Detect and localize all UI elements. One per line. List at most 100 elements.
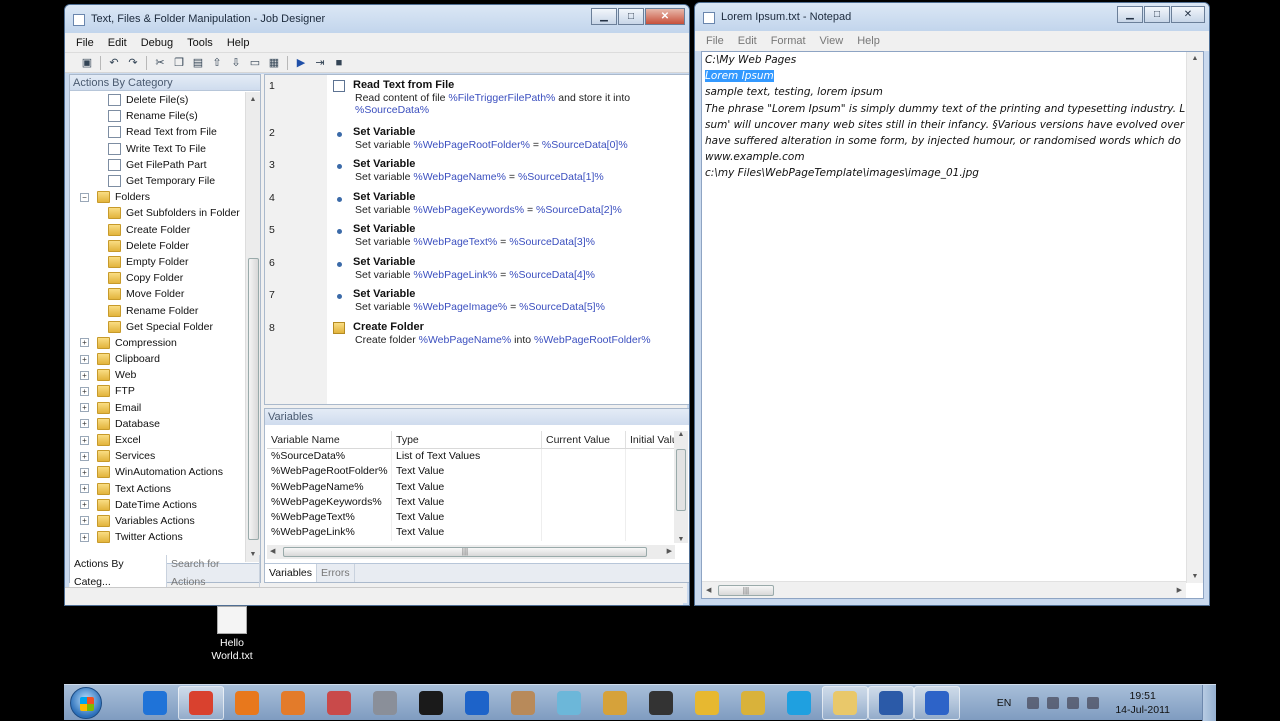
copy-icon[interactable]: ❐ <box>171 55 187 71</box>
start-button[interactable] <box>70 687 102 719</box>
table-row[interactable]: %WebPageLink% Text Value <box>267 525 675 541</box>
expand-icon[interactable]: + <box>80 338 89 348</box>
taskbar-button[interactable] <box>730 686 776 720</box>
tree-item[interactable]: + Compression <box>70 335 246 351</box>
menu-file[interactable]: File <box>69 33 101 53</box>
scroll-thumb[interactable] <box>248 258 259 540</box>
job-step[interactable]: 3 Set Variable Set variable %WebPageName% … <box>265 154 689 186</box>
column-variable-name[interactable]: Variable Name <box>267 431 392 448</box>
taskbar-button[interactable] <box>684 686 730 720</box>
column-current-value[interactable]: Current Value <box>542 431 626 448</box>
actions-scrollbar[interactable]: ▲ ▼ <box>245 92 260 562</box>
tree-item[interactable]: + Web <box>70 367 246 383</box>
expand-icon[interactable]: + <box>80 354 89 364</box>
tree-item[interactable]: Write Text To File <box>70 141 246 157</box>
tree-item[interactable]: + Excel <box>70 432 246 448</box>
run-icon[interactable]: ▶ <box>293 55 309 71</box>
tree-item[interactable]: Empty Folder <box>70 254 246 270</box>
expand-icon[interactable]: + <box>80 419 89 429</box>
tree-item[interactable]: + Services <box>70 448 246 464</box>
tab-search-for-actions[interactable]: Search for Actions <box>167 555 260 591</box>
taskbar-button[interactable] <box>362 686 408 720</box>
variables-vscrollbar[interactable]: ▲ ▼ <box>674 431 688 543</box>
tree-item[interactable]: Create Folder <box>70 222 246 238</box>
taskbar-button[interactable] <box>638 686 684 720</box>
column-initial-value[interactable]: Initial Valu <box>626 431 675 448</box>
expand-icon[interactable]: + <box>80 532 89 542</box>
menu-tools[interactable]: Tools <box>180 33 220 53</box>
show-desktop-button[interactable] <box>1202 685 1216 721</box>
clock[interactable]: 19:51 14-Jul-2011 <box>1115 689 1170 717</box>
language-indicator[interactable]: EN <box>997 697 1012 709</box>
collapse-icon[interactable]: − <box>80 192 89 202</box>
expand-icon[interactable]: + <box>80 484 89 494</box>
scroll-down-arrow[interactable]: ▼ <box>1187 573 1203 580</box>
move-up-icon[interactable]: ⇧ <box>209 55 225 71</box>
tab-errors[interactable]: Errors <box>317 564 355 582</box>
menu-debug[interactable]: Debug <box>134 33 180 53</box>
tree-item[interactable]: + WinAutomation Actions <box>70 464 246 480</box>
job-step[interactable]: 2 Set Variable Set variable %WebPageRootFo… <box>265 122 689 154</box>
tree-item[interactable]: + Text Actions <box>70 481 246 497</box>
menu-view[interactable]: View <box>813 31 851 51</box>
scroll-left-arrow[interactable]: ◀ <box>270 547 275 555</box>
menu-edit[interactable]: Edit <box>731 31 764 51</box>
tree-item[interactable]: Move Folder <box>70 286 246 302</box>
notepad-titlebar[interactable]: Lorem Ipsum.txt - Notepad ▁ □ ✕ <box>695 3 1209 31</box>
variables-hscrollbar[interactable]: ◀ ||| ▶ <box>267 545 675 559</box>
taskbar-button[interactable] <box>454 686 500 720</box>
expand-icon[interactable]: + <box>80 451 89 461</box>
column-type[interactable]: Type <box>392 431 542 448</box>
menu-file[interactable]: File <box>699 31 731 51</box>
scroll-right-arrow[interactable]: ▶ <box>667 547 672 555</box>
job-step[interactable]: 1 Read Text from File Read content of file… <box>265 75 689 116</box>
minimize-button[interactable]: ▁ <box>1117 6 1143 23</box>
tree-item[interactable]: + DateTime Actions <box>70 497 246 513</box>
scroll-left-arrow[interactable]: ◀ <box>706 586 711 594</box>
stop-icon[interactable]: ■ <box>331 55 347 71</box>
job-step[interactable]: 8 Create Folder Create folder %WebPageName… <box>265 317 689 349</box>
tree-item[interactable]: Get Subfolders in Folder <box>70 205 246 221</box>
tree-item[interactable]: + Variables Actions <box>70 513 246 529</box>
step-icon[interactable]: ⇥ <box>312 55 328 71</box>
menu-help[interactable]: Help <box>850 31 887 51</box>
tray-app-icon[interactable] <box>1047 697 1060 709</box>
job-step[interactable]: 4 Set Variable Set variable %WebPageKeywor… <box>265 187 689 219</box>
close-button[interactable]: ✕ <box>645 8 685 25</box>
taskbar-button[interactable] <box>592 686 638 720</box>
scroll-thumb[interactable]: ||| <box>283 547 647 557</box>
expand-icon[interactable]: + <box>80 467 89 477</box>
taskbar-button[interactable] <box>224 686 270 720</box>
tree-item[interactable]: + Clipboard <box>70 351 246 367</box>
network-icon[interactable] <box>1067 697 1080 709</box>
notepad-text-area[interactable]: C:\My Web Pages Lorem Ipsum sample text, t… <box>701 51 1204 599</box>
taskbar-button[interactable] <box>776 686 822 720</box>
taskbar-button[interactable] <box>500 686 546 720</box>
properties-icon[interactable]: ▦ <box>266 55 282 71</box>
tree-item[interactable]: Rename Folder <box>70 302 246 318</box>
taskbar-button[interactable] <box>822 686 868 720</box>
expand-icon[interactable]: + <box>80 435 89 445</box>
tree-item[interactable]: + Email <box>70 400 246 416</box>
tree-item[interactable]: + FTP <box>70 383 246 399</box>
tree-item[interactable]: Read Text from File <box>70 124 246 140</box>
taskbar-button[interactable] <box>546 686 592 720</box>
cut-icon[interactable]: ✂ <box>152 55 168 71</box>
volume-icon[interactable] <box>1087 697 1100 709</box>
tree-item[interactable]: Copy Folder <box>70 270 246 286</box>
menu-format[interactable]: Format <box>764 31 813 51</box>
move-down-icon[interactable]: ⇩ <box>228 55 244 71</box>
comment-icon[interactable]: ▭ <box>247 55 263 71</box>
taskbar-button[interactable] <box>316 686 362 720</box>
menu-help[interactable]: Help <box>220 33 257 53</box>
taskbar-button[interactable] <box>270 686 316 720</box>
job-designer-titlebar[interactable]: Text, Files & Folder Manipulation - Job … <box>65 5 689 33</box>
taskbar-button[interactable] <box>132 686 178 720</box>
notepad-vscrollbar[interactable]: ▲ ▼ <box>1186 52 1203 583</box>
close-button[interactable]: ✕ <box>1171 6 1205 23</box>
table-row[interactable]: %SourceData% List of Text Values <box>267 449 675 465</box>
action-center-flag-icon[interactable] <box>1027 697 1040 709</box>
notepad-hscrollbar[interactable]: ◀ ||| ▶ <box>702 581 1186 598</box>
job-step[interactable]: 6 Set Variable Set variable %WebPageLink% … <box>265 252 689 284</box>
tab-variables[interactable]: Variables <box>265 564 317 582</box>
